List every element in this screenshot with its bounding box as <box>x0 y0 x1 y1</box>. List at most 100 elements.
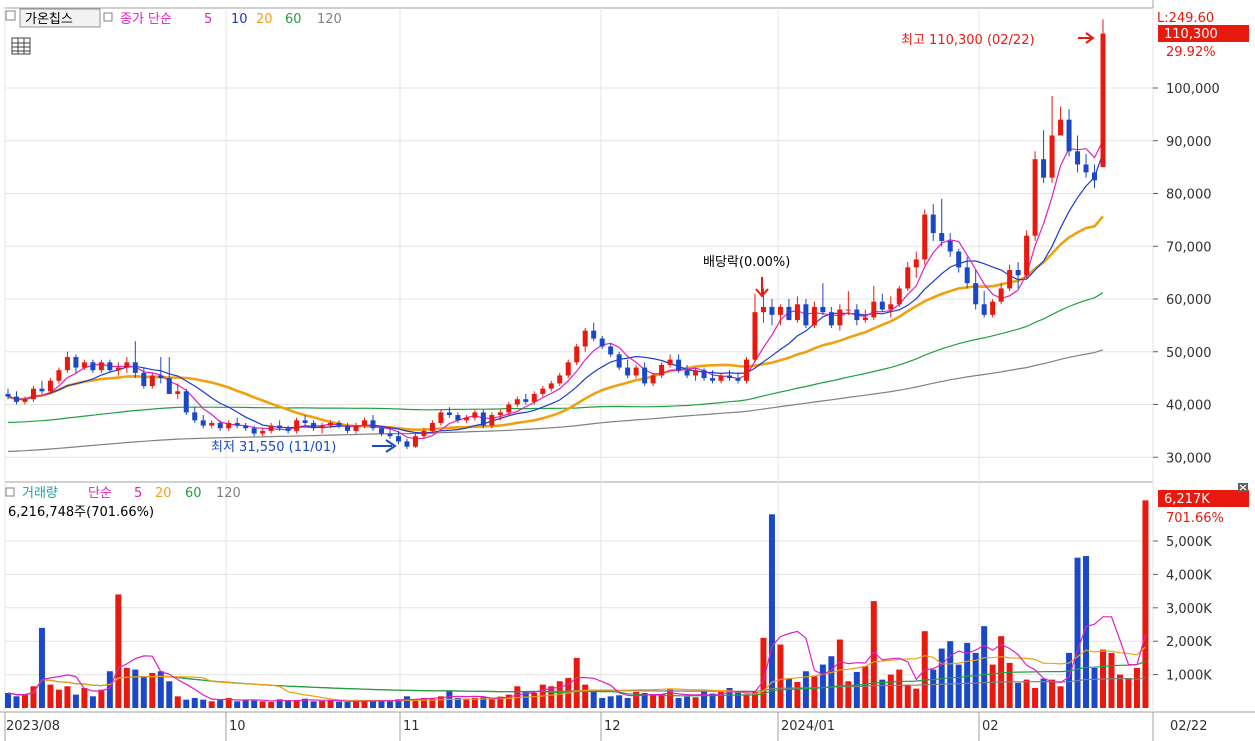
candle-body <box>548 383 554 389</box>
volume-ma-period-60[interactable]: 60 <box>185 486 202 501</box>
price-tick-label: 90,000 <box>1166 135 1212 150</box>
volume-bar <box>743 694 750 708</box>
candle-body <box>56 370 62 381</box>
candle-body <box>777 306 783 315</box>
candle-body <box>803 304 809 326</box>
candle-body <box>743 359 749 381</box>
volume-ma-period-20[interactable]: 20 <box>155 486 172 501</box>
candle-body <box>5 393 11 397</box>
volume-ma-period-5[interactable]: 5 <box>134 486 142 501</box>
stock-name[interactable]: 가온칩스 <box>25 12 73 27</box>
table-icon[interactable] <box>11 37 31 55</box>
volume-ma-period-120[interactable]: 120 <box>216 486 241 501</box>
candle-body <box>896 288 902 305</box>
candle-body <box>1007 269 1013 289</box>
volume-tick-label: 4,000K <box>1166 568 1212 583</box>
high-annotation: 최고 110,300 (02/22) <box>901 33 1035 48</box>
ma-toggle-icon[interactable] <box>103 12 113 22</box>
chart-svg[interactable]: 100,000 90,000 80,000 70,000 60,000 50,000 40,… <box>0 0 1255 741</box>
volume-bar <box>98 689 105 708</box>
candle-body <box>64 357 70 371</box>
candle-body <box>786 306 792 321</box>
candle-body <box>1041 159 1047 178</box>
candle-body <box>412 436 418 447</box>
volume-title: 거래량 <box>22 486 58 501</box>
candle-body <box>684 370 690 376</box>
candle-body <box>446 412 452 416</box>
candle-body <box>582 330 588 347</box>
volume-bar <box>403 696 410 708</box>
candle-body <box>871 301 877 318</box>
candle-body <box>268 425 274 431</box>
candle-body <box>294 420 300 431</box>
volume-bar <box>183 699 190 708</box>
volume-bar <box>1074 557 1081 708</box>
current-volume-percent: 701.66% <box>1166 511 1224 526</box>
candle-body <box>234 422 240 426</box>
candle-body <box>981 304 987 315</box>
candle-body <box>455 415 461 421</box>
volume-bar <box>913 688 920 708</box>
volume-bar <box>947 641 954 708</box>
volume-bar <box>166 681 173 708</box>
price-tick-label: 70,000 <box>1166 240 1212 255</box>
volume-bar <box>1116 674 1123 708</box>
volume-bar <box>268 701 275 708</box>
table-icon-frame <box>11 37 31 55</box>
candle-body <box>73 357 79 368</box>
ma-period-20[interactable]: 20 <box>256 12 273 27</box>
candle-body <box>260 430 266 434</box>
candle-body <box>990 301 996 315</box>
close-icon[interactable] <box>1238 483 1248 492</box>
volume-bar <box>89 696 96 708</box>
volume-info: 6,216,748주(701.66%) <box>8 505 154 520</box>
price-tick-label: 40,000 <box>1166 399 1212 414</box>
ma-period-60[interactable]: 60 <box>285 12 302 27</box>
candle-body <box>30 388 36 400</box>
legend-toggle-icon[interactable] <box>5 10 16 21</box>
volume-tick-label: 1,000K <box>1166 669 1212 684</box>
candle-body <box>854 309 860 321</box>
volume-legend-toggle-icon[interactable] <box>5 487 15 497</box>
volume-bar <box>336 701 343 708</box>
ma-period-10[interactable]: 10 <box>231 12 248 27</box>
candle-body <box>718 375 724 381</box>
candle-body <box>132 362 138 373</box>
ma-period-120[interactable]: 120 <box>317 12 342 27</box>
candle-body <box>633 367 639 376</box>
candle-body <box>1083 164 1089 173</box>
ma-period-5[interactable]: 5 <box>204 12 212 27</box>
volume-bar <box>174 696 181 708</box>
volume-bar <box>463 698 470 708</box>
candle-body <box>794 304 800 321</box>
volume-bar <box>701 691 708 708</box>
candle-body <box>243 425 249 429</box>
volume-bar <box>259 701 266 708</box>
price-tick-label: 100,000 <box>1166 82 1220 97</box>
candle-body <box>760 306 766 313</box>
volume-bar <box>234 701 241 708</box>
candle-body <box>217 422 223 429</box>
volume-bar <box>607 696 614 708</box>
candle-body <box>710 378 716 381</box>
volume-bar <box>616 695 623 708</box>
volume-bar <box>140 676 147 708</box>
volume-bar <box>1125 677 1132 708</box>
volume-bar <box>819 664 826 708</box>
volume-bar <box>386 701 393 708</box>
candle-body <box>404 441 410 447</box>
candle-body <box>209 422 215 426</box>
volume-bar <box>1040 678 1047 708</box>
price-tick-label: 50,000 <box>1166 346 1212 361</box>
volume-bar <box>548 686 555 708</box>
candle-body <box>251 428 257 434</box>
candle-body <box>353 425 359 431</box>
candle-body <box>523 399 529 402</box>
candle-body <box>676 359 682 371</box>
volume-bar <box>200 699 207 708</box>
volume-bar <box>684 696 691 708</box>
candle-body <box>820 306 826 313</box>
volume-bar <box>5 692 11 708</box>
volume-bar <box>599 697 606 708</box>
candle-body <box>591 330 597 339</box>
